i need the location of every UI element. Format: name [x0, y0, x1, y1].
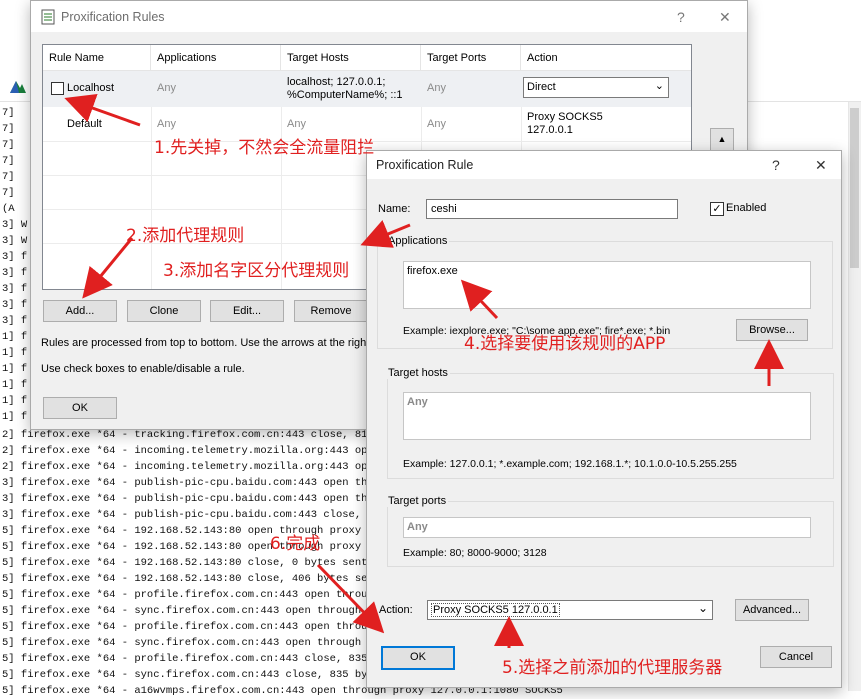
annotation-step4: 4.选择要使用该规则的APP	[464, 334, 666, 354]
annotation-step3: 3.添加名字区分代理规则	[163, 261, 350, 281]
annotation-step6: 6.完成	[270, 534, 321, 554]
annotation-arrow-1	[64, 93, 141, 127]
annotation-arrows	[64, 93, 784, 648]
annotation-arrow-6	[316, 563, 385, 634]
annotation-step5: 5.选择之前添加的代理服务器	[502, 658, 723, 678]
annotation-arrow-2	[82, 237, 134, 299]
annotation-step1: 1.先关掉，不然会全流量阻拦	[154, 138, 375, 158]
annotation-arrow-4a	[460, 279, 499, 320]
annotation-step2: 2.添加代理规则	[126, 226, 245, 246]
annotation-arrow-3	[360, 220, 411, 248]
